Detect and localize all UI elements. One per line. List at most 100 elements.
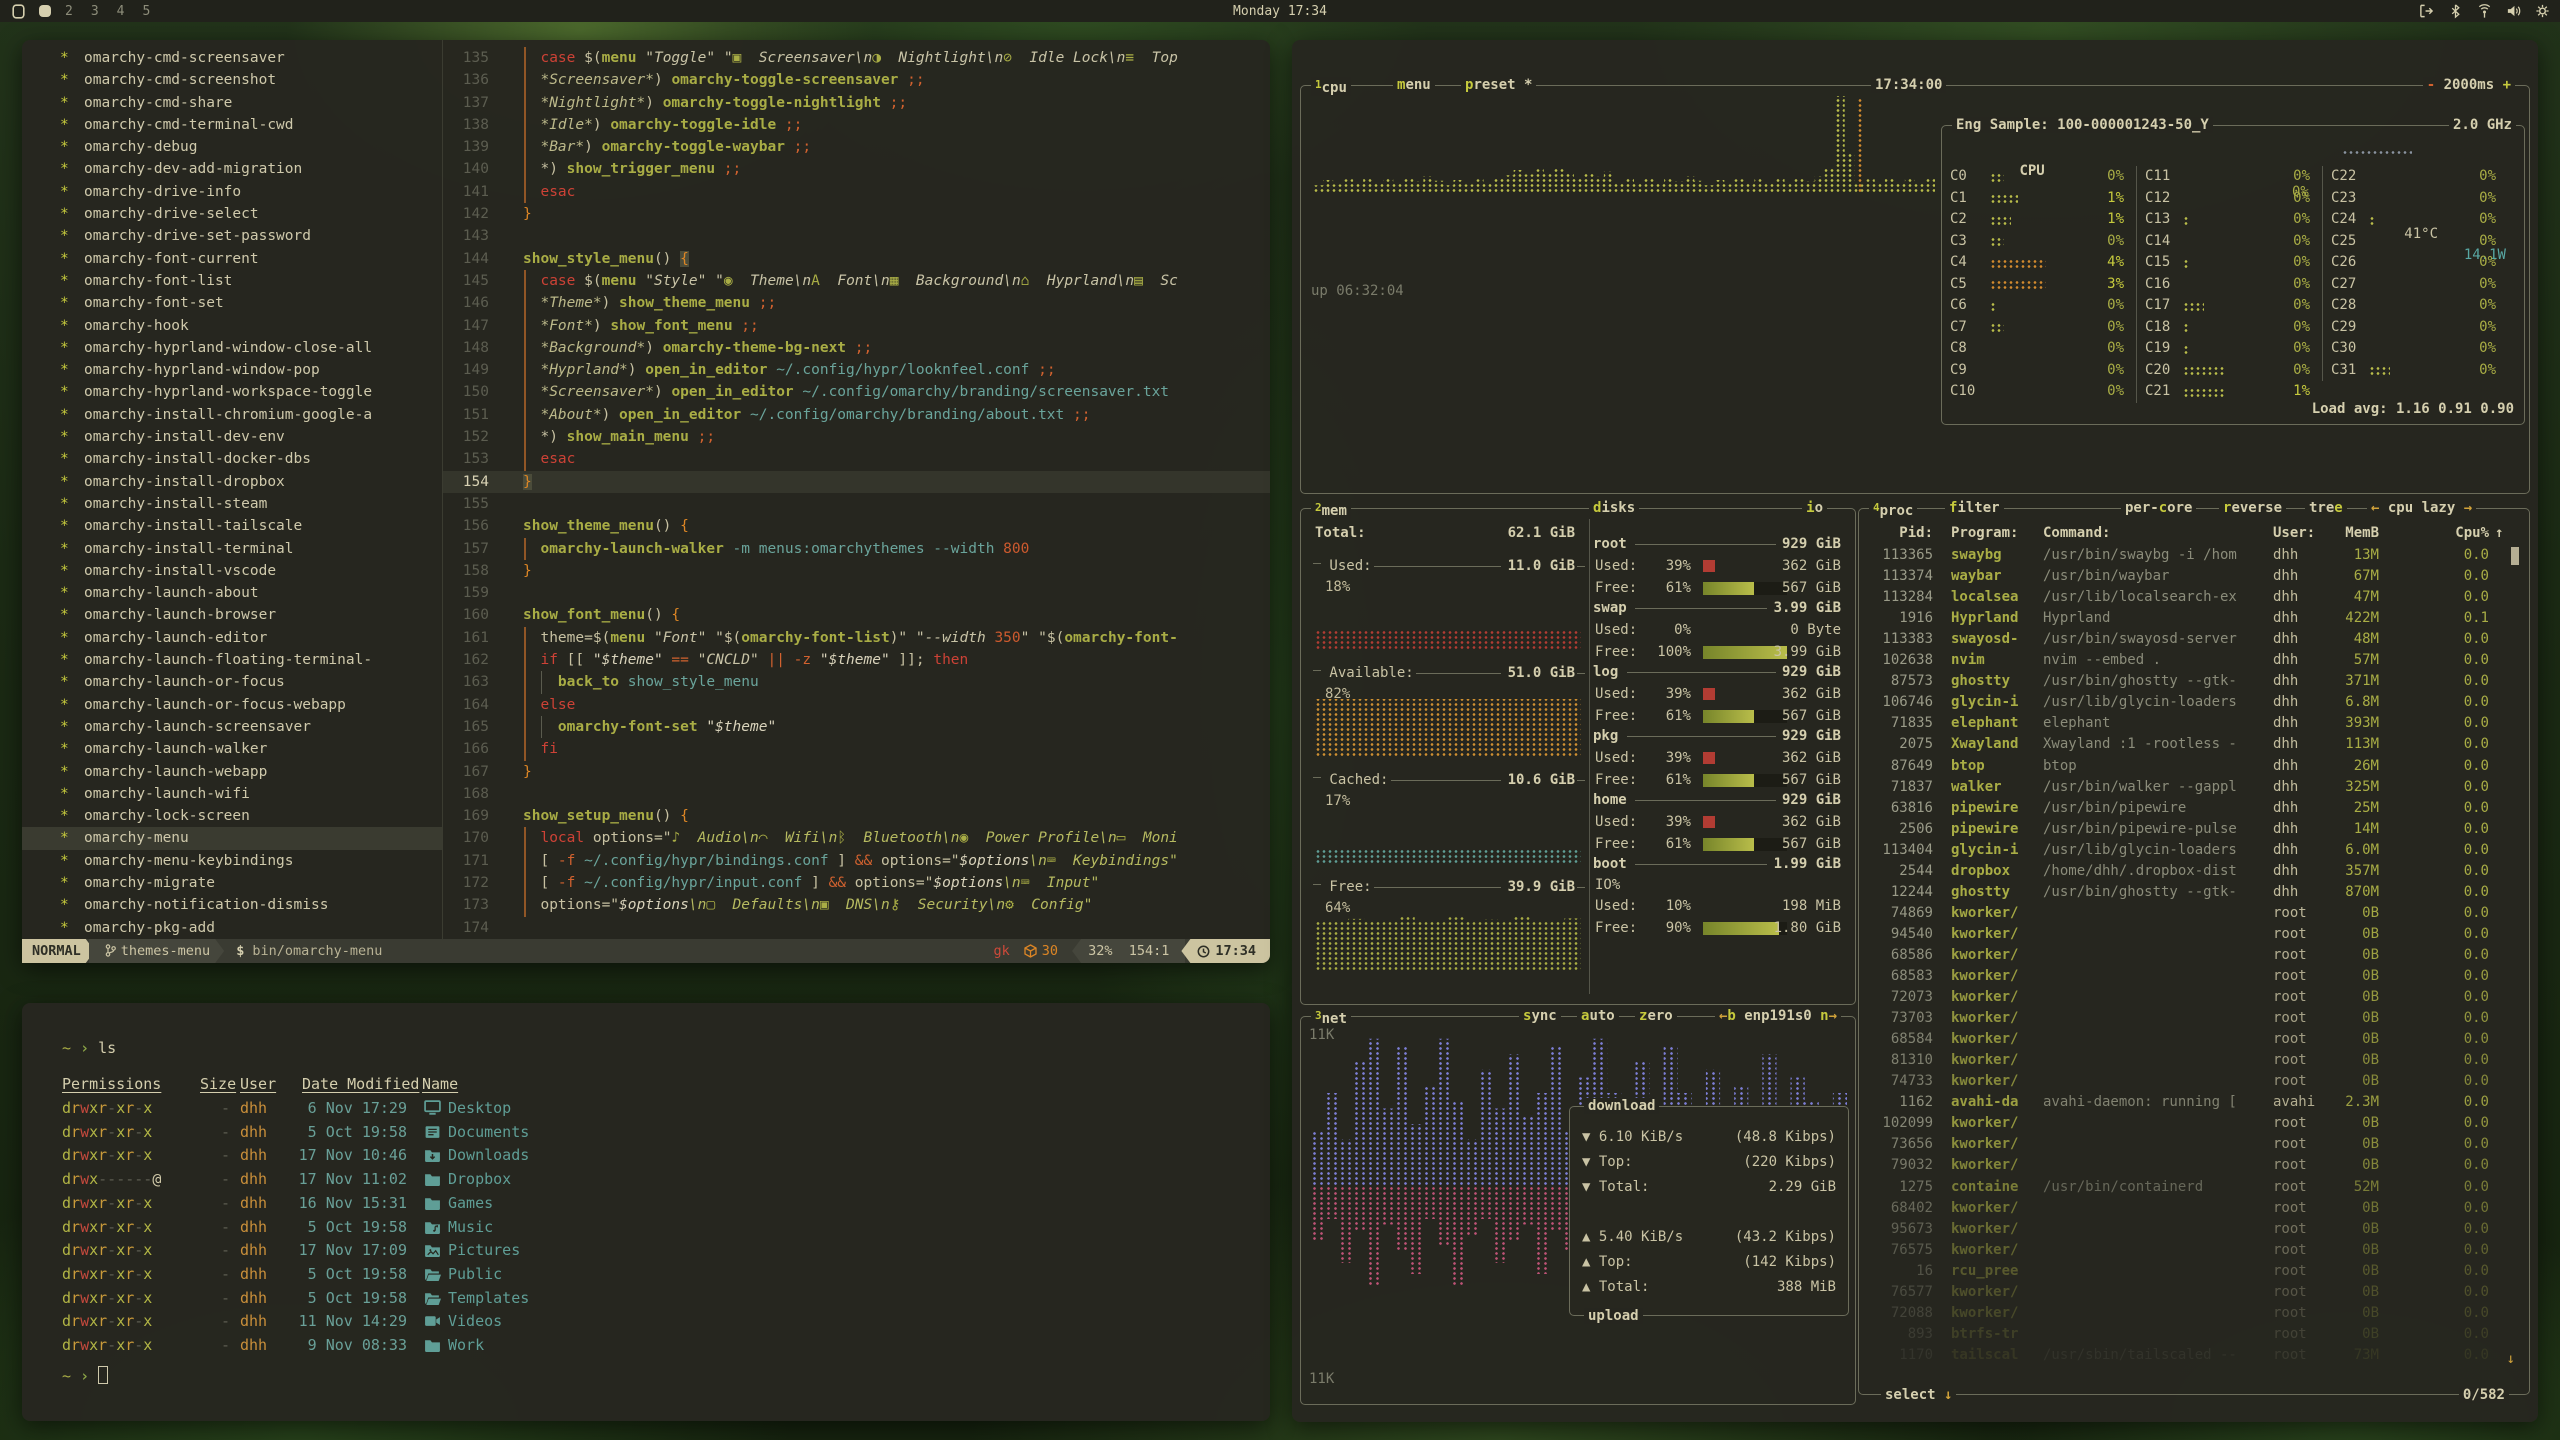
process-row-113383[interactable]: 113383swayosd-/usr/bin/swayosd-serverdhh… bbox=[1859, 629, 2529, 650]
sidebar-item-omarchy-hook[interactable]: *omarchy-hook bbox=[22, 315, 442, 337]
update-interval[interactable]: - 2000ms + bbox=[2423, 77, 2515, 93]
sidebar-item-omarchy-launch-or-focus-webapp[interactable]: *omarchy-launch-or-focus-webapp bbox=[22, 694, 442, 716]
proc-percore-toggle[interactable]: per-core bbox=[2121, 500, 2196, 516]
process-row-73656[interactable]: 73656kworker/root0B0.0 bbox=[1859, 1134, 2529, 1155]
menu-button[interactable]: menu bbox=[1393, 77, 1435, 93]
process-row-71835[interactable]: 71835elephantelephantdhh393M0.0 bbox=[1859, 713, 2529, 734]
process-row-87573[interactable]: 87573ghostty/usr/bin/ghostty --gtk-dhh37… bbox=[1859, 671, 2529, 692]
sidebar-item-omarchy-drive-info[interactable]: *omarchy-drive-info bbox=[22, 181, 442, 203]
net-interface-selector[interactable]: ←b enp191s0 n→ bbox=[1715, 1008, 1841, 1024]
sidebar-item-omarchy-menu-keybindings[interactable]: *omarchy-menu-keybindings bbox=[22, 850, 442, 872]
omarchy-logo-icon[interactable] bbox=[12, 4, 25, 19]
process-row-113404[interactable]: 113404glycin-i/usr/lib/glycin-loadersdhh… bbox=[1859, 840, 2529, 861]
sidebar-item-omarchy-install-dev-env[interactable]: *omarchy-install-dev-env bbox=[22, 426, 442, 448]
process-row-2506[interactable]: 2506pipewire/usr/bin/pipewire-pulsedhh14… bbox=[1859, 819, 2529, 840]
process-row-76577[interactable]: 76577kworker/root0B0.0 bbox=[1859, 1282, 2529, 1303]
sidebar-item-omarchy-notification-dismiss[interactable]: *omarchy-notification-dismiss bbox=[22, 894, 442, 916]
sidebar-item-omarchy-lock-screen[interactable]: *omarchy-lock-screen bbox=[22, 805, 442, 827]
process-row-1170[interactable]: 1170tailscal/usr/sbin/tailscaled --root7… bbox=[1859, 1345, 2529, 1366]
process-row-1162[interactable]: 1162avahi-daavahi-daemon: running [avahi… bbox=[1859, 1092, 2529, 1113]
sidebar-item-omarchy-debug[interactable]: *omarchy-debug bbox=[22, 136, 442, 158]
sidebar-item-omarchy-cmd-share[interactable]: *omarchy-cmd-share bbox=[22, 92, 442, 114]
process-row-113374[interactable]: 113374waybar/usr/bin/waybardhh67M0.0 bbox=[1859, 566, 2529, 587]
process-row-16[interactable]: 16rcu_preeroot0B0.0 bbox=[1859, 1261, 2529, 1282]
process-row-73703[interactable]: 73703kworker/root0B0.0 bbox=[1859, 1008, 2529, 1029]
net-zero-toggle[interactable]: zero bbox=[1635, 1008, 1677, 1024]
sidebar-item-omarchy-font-list[interactable]: *omarchy-font-list bbox=[22, 270, 442, 292]
net-auto-toggle[interactable]: auto bbox=[1577, 1008, 1619, 1024]
proc-sort-selector[interactable]: ← cpu lazy → bbox=[2367, 500, 2476, 516]
sidebar-item-omarchy-launch-or-focus[interactable]: *omarchy-launch-or-focus bbox=[22, 671, 442, 693]
gear-icon[interactable] bbox=[2535, 3, 2550, 19]
sidebar-item-omarchy-drive-set-password[interactable]: *omarchy-drive-set-password bbox=[22, 225, 442, 247]
sidebar-item-omarchy-launch-editor[interactable]: *omarchy-launch-editor bbox=[22, 627, 442, 649]
network-icon[interactable] bbox=[2477, 3, 2492, 19]
sidebar-item-omarchy-launch-webapp[interactable]: *omarchy-launch-webapp bbox=[22, 761, 442, 783]
sidebar-item-omarchy-launch-wifi[interactable]: *omarchy-launch-wifi bbox=[22, 783, 442, 805]
process-row-113365[interactable]: 113365swaybg/usr/bin/swaybg -i /homdhh13… bbox=[1859, 545, 2529, 566]
sidebar-item-omarchy-cmd-terminal-cwd[interactable]: *omarchy-cmd-terminal-cwd bbox=[22, 114, 442, 136]
process-row-893[interactable]: 893btrfs-trroot0B0.0 bbox=[1859, 1324, 2529, 1345]
workspace-active-indicator[interactable] bbox=[39, 5, 51, 17]
proc-reverse-toggle[interactable]: reverse bbox=[2219, 500, 2286, 516]
sidebar-item-omarchy-hyprland-window-close-all[interactable]: *omarchy-hyprland-window-close-all bbox=[22, 337, 442, 359]
sidebar-item-omarchy-install-dropbox[interactable]: *omarchy-install-dropbox bbox=[22, 471, 442, 493]
process-row-81310[interactable]: 81310kworker/root0B0.0 bbox=[1859, 1050, 2529, 1071]
process-row-102099[interactable]: 102099kworker/root0B0.0 bbox=[1859, 1113, 2529, 1134]
sidebar-item-omarchy-install-tailscale[interactable]: *omarchy-install-tailscale bbox=[22, 515, 442, 537]
sidebar-item-omarchy-install-steam[interactable]: *omarchy-install-steam bbox=[22, 493, 442, 515]
sidebar-item-omarchy-hyprland-window-pop[interactable]: *omarchy-hyprland-window-pop bbox=[22, 359, 442, 381]
proc-tree-toggle[interactable]: tree bbox=[2305, 500, 2347, 516]
process-row-76575[interactable]: 76575kworker/root0B0.0 bbox=[1859, 1240, 2529, 1261]
process-row-1916[interactable]: 1916HyprlandHyprlanddhh422M0.1 bbox=[1859, 608, 2529, 629]
process-row-68402[interactable]: 68402kworker/root0B0.0 bbox=[1859, 1198, 2529, 1219]
process-row-79032[interactable]: 79032kworker/root0B0.0 bbox=[1859, 1155, 2529, 1176]
process-row-113284[interactable]: 113284localsea/usr/lib/localsearch-exdhh… bbox=[1859, 587, 2529, 608]
logout-icon[interactable] bbox=[2419, 3, 2434, 19]
process-row-72073[interactable]: 72073kworker/root0B0.0 bbox=[1859, 987, 2529, 1008]
sidebar-item-omarchy-pkg-add[interactable]: *omarchy-pkg-add bbox=[22, 917, 442, 939]
proc-scrollbar[interactable] bbox=[2511, 547, 2519, 565]
sidebar-item-omarchy-migrate[interactable]: *omarchy-migrate bbox=[22, 872, 442, 894]
process-row-71837[interactable]: 71837walker/usr/bin/walker --gappldhh325… bbox=[1859, 777, 2529, 798]
process-row-72088[interactable]: 72088kworker/root0B0.0 bbox=[1859, 1303, 2529, 1324]
process-row-68584[interactable]: 68584kworker/root0B0.0 bbox=[1859, 1029, 2529, 1050]
select-hint[interactable]: select ↓ bbox=[1881, 1387, 1956, 1403]
sidebar-item-omarchy-launch-floating-terminal-[interactable]: *omarchy-launch-floating-terminal- bbox=[22, 649, 442, 671]
sidebar-item-omarchy-install-terminal[interactable]: *omarchy-install-terminal bbox=[22, 538, 442, 560]
sidebar-item-omarchy-font-set[interactable]: *omarchy-font-set bbox=[22, 292, 442, 314]
preset-button[interactable]: preset * bbox=[1461, 77, 1536, 93]
process-row-94540[interactable]: 94540kworker/root0B0.0 bbox=[1859, 924, 2529, 945]
proc-filter-button[interactable]: filter bbox=[1945, 500, 2004, 516]
workspace-4[interactable]: 4 bbox=[117, 4, 126, 19]
process-row-12244[interactable]: 12244ghostty/usr/bin/ghostty --gtk-dhh87… bbox=[1859, 882, 2529, 903]
sidebar-item-omarchy-launch-about[interactable]: *omarchy-launch-about bbox=[22, 582, 442, 604]
scroll-down-indicator[interactable]: ↓ bbox=[2507, 1349, 2515, 1370]
cpu-panel-title[interactable]: 1cpu bbox=[1311, 77, 1351, 96]
process-row-1275[interactable]: 1275containe/usr/bin/containerdroot52M0.… bbox=[1859, 1177, 2529, 1198]
process-row-63816[interactable]: 63816pipewire/usr/bin/pipewiredhh25M0.0 bbox=[1859, 798, 2529, 819]
sidebar-item-omarchy-cmd-screenshot[interactable]: *omarchy-cmd-screenshot bbox=[22, 69, 442, 91]
sidebar-item-omarchy-launch-walker[interactable]: *omarchy-launch-walker bbox=[22, 738, 442, 760]
sidebar-item-omarchy-install-chromium-google-a[interactable]: *omarchy-install-chromium-google-a bbox=[22, 404, 442, 426]
process-row-68586[interactable]: 68586kworker/root0B0.0 bbox=[1859, 945, 2529, 966]
sidebar-item-omarchy-cmd-screensaver[interactable]: *omarchy-cmd-screensaver bbox=[22, 47, 442, 69]
sidebar-item-omarchy-font-current[interactable]: *omarchy-font-current bbox=[22, 248, 442, 270]
process-row-2075[interactable]: 2075XwaylandXwayland :1 -rootless -dhh11… bbox=[1859, 734, 2529, 755]
process-row-102638[interactable]: 102638nvimnvim --embed .dhh57M0.0 bbox=[1859, 650, 2529, 671]
process-row-87649[interactable]: 87649btopbtopdhh26M0.0 bbox=[1859, 756, 2529, 777]
sidebar-item-omarchy-menu[interactable]: *omarchy-menu bbox=[22, 827, 442, 849]
workspace-3[interactable]: 3 bbox=[91, 4, 100, 19]
sidebar-item-omarchy-hyprland-workspace-toggle[interactable]: *omarchy-hyprland-workspace-toggle bbox=[22, 381, 442, 403]
process-row-95673[interactable]: 95673kworker/root0B0.0 bbox=[1859, 1219, 2529, 1240]
process-row-2544[interactable]: 2544dropbox/home/dhh/.dropbox-distdhh357… bbox=[1859, 861, 2529, 882]
sidebar-item-omarchy-drive-select[interactable]: *omarchy-drive-select bbox=[22, 203, 442, 225]
bluetooth-icon[interactable] bbox=[2448, 3, 2463, 19]
sidebar-item-omarchy-launch-browser[interactable]: *omarchy-launch-browser bbox=[22, 604, 442, 626]
sidebar-item-omarchy-install-vscode[interactable]: *omarchy-install-vscode bbox=[22, 560, 442, 582]
net-sync-toggle[interactable]: sync bbox=[1519, 1008, 1561, 1024]
sidebar-item-omarchy-launch-screensaver[interactable]: *omarchy-launch-screensaver bbox=[22, 716, 442, 738]
process-row-68583[interactable]: 68583kworker/root0B0.0 bbox=[1859, 966, 2529, 987]
workspace-2[interactable]: 2 bbox=[65, 4, 74, 19]
sidebar-item-omarchy-dev-add-migration[interactable]: *omarchy-dev-add-migration bbox=[22, 158, 442, 180]
